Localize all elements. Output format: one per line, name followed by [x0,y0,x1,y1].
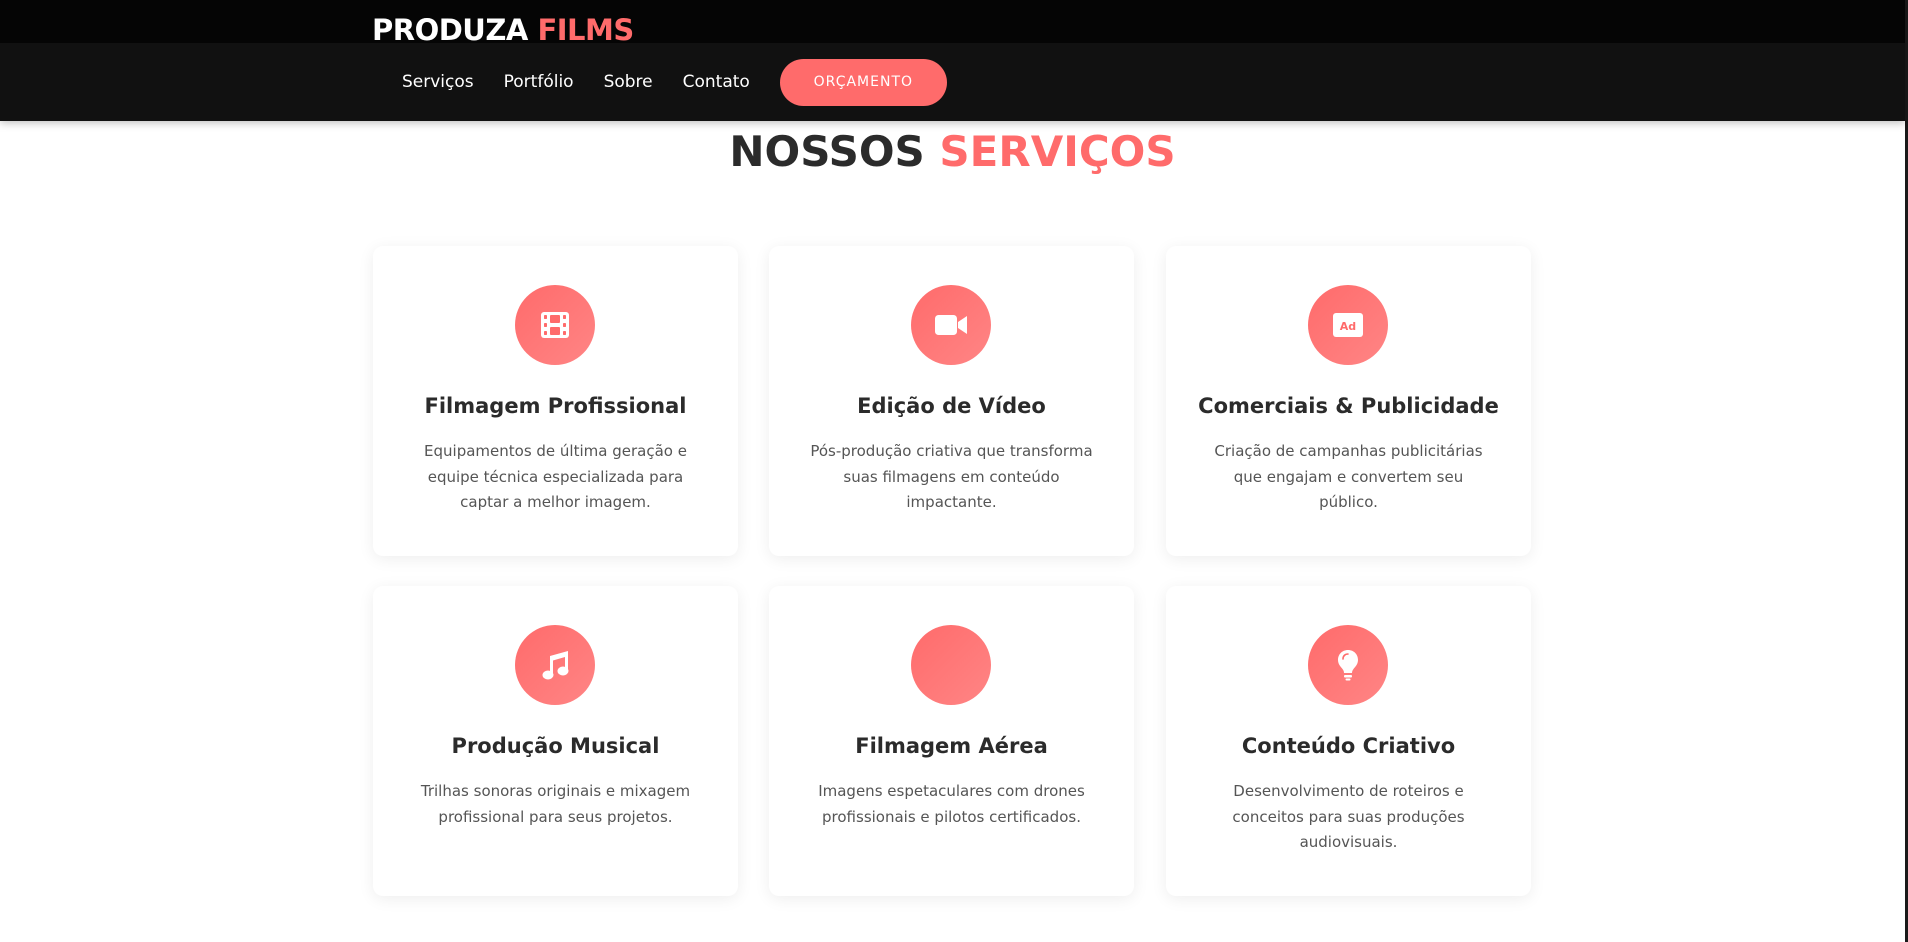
service-description: Desenvolvimento de roteiros e conceitos … [1232,782,1465,851]
section-title-main: NOSSOS [729,127,925,176]
main-nav: Serviços Portfólio Sobre Contato ORÇAMEN… [402,58,977,106]
nav-link-portfolio[interactable]: Portfólio [504,72,574,92]
service-card-filmagem: Filmagem Profissional Equipamentos de úl… [373,246,738,556]
service-title: Edição de Vídeo [857,394,1046,418]
ad-icon: Ad [1308,285,1388,365]
service-card-edicao: Edição de Vídeo Pós-produção criativa qu… [769,246,1134,556]
orcamento-button[interactable]: ORÇAMENTO [779,58,947,106]
logo-accent-text: FILMS [537,13,634,47]
drone-icon [911,625,991,705]
service-card-musical: Produção Musical Trilhas sonoras origina… [373,586,738,896]
service-description: Pós-produção criativa que transforma sua… [810,442,1093,511]
section-title: NOSSOS SERVIÇOS [0,131,1905,173]
service-title: Filmagem Aérea [855,734,1048,758]
section-title-accent: SERVIÇOS [939,127,1176,176]
lightbulb-icon [1308,625,1388,705]
service-title: Comerciais & Publicidade [1198,394,1499,418]
service-description: Imagens espetaculares com drones profiss… [818,782,1085,826]
service-title: Produção Musical [451,734,660,758]
service-card-comerciais: Ad Comerciais & Publicidade Criação de c… [1166,246,1531,556]
service-description: Criação de campanhas publicitárias que e… [1214,442,1483,511]
nav-link-sobre[interactable]: Sobre [604,72,653,92]
video-camera-icon [911,285,991,365]
service-card-criativo: Conteúdo Criativo Desenvolvimento de rot… [1166,586,1531,896]
film-icon [515,285,595,365]
service-title: Filmagem Profissional [424,394,687,418]
nav-link-servicos[interactable]: Serviços [402,72,474,92]
svg-text:Ad: Ad [1340,320,1356,333]
service-description: Equipamentos de última geração e equipe … [424,442,687,511]
nav-link-contato[interactable]: Contato [683,72,750,92]
logo-main-text: PRODUZA [372,13,528,47]
header-top-strip [0,0,1905,43]
site-header: PRODUZA FILMS Serviços Portfólio Sobre C… [0,0,1905,121]
service-card-aerea: Filmagem Aérea Imagens espetaculares com… [769,586,1134,896]
music-icon [515,625,595,705]
site-logo[interactable]: PRODUZA FILMS [372,16,634,45]
service-title: Conteúdo Criativo [1241,734,1456,758]
service-description: Trilhas sonoras originais e mixagem prof… [420,782,691,826]
